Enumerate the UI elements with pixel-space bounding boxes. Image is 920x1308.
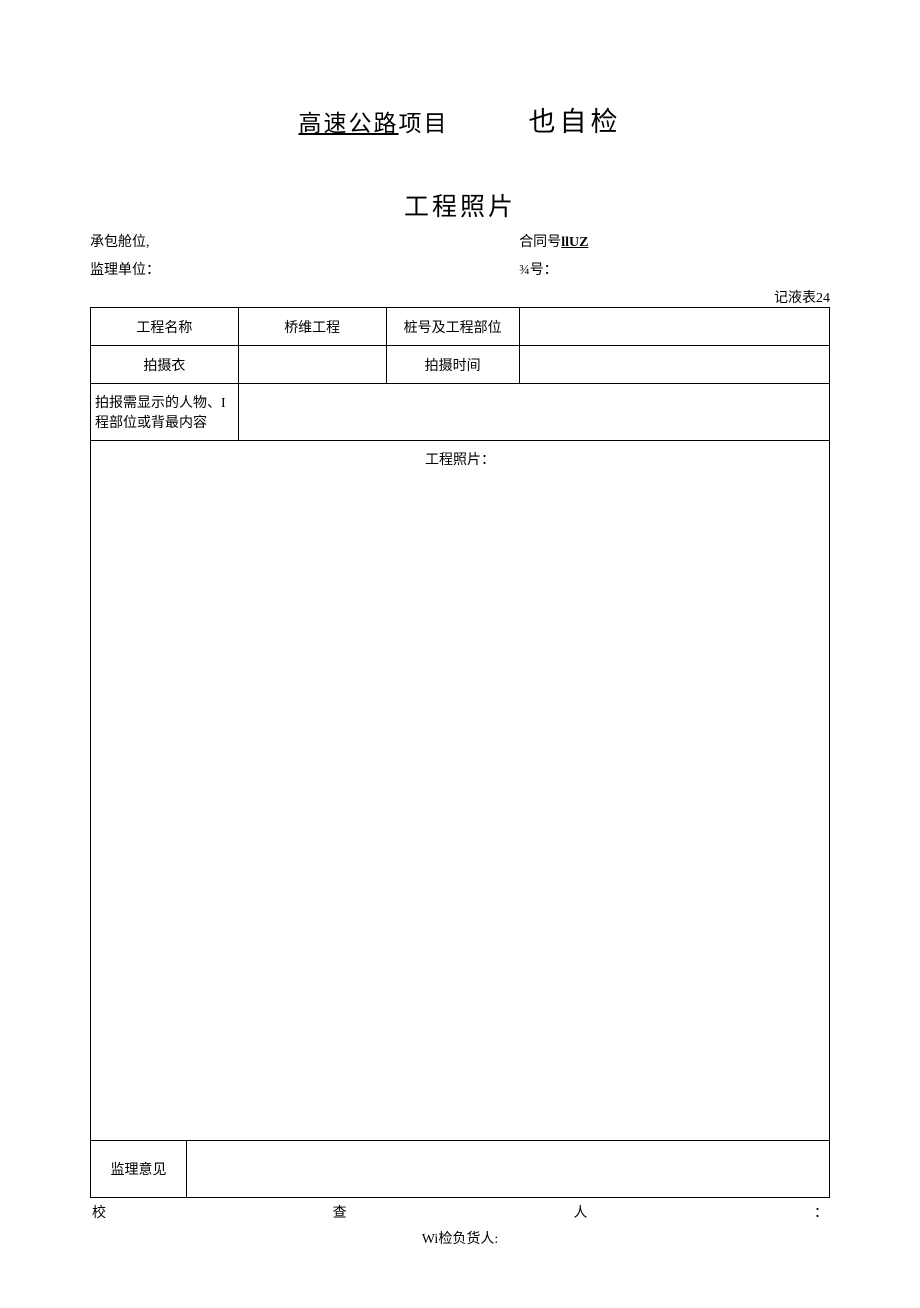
form-table: 工程名称 桥维工程 桩号及工程部位 拍摄衣 拍摄时间 拍报需显示的人物、I程部位… xyxy=(90,307,830,1141)
contract-number: 合同号llUZ xyxy=(519,231,830,251)
cell-photo-area: 工程照片： xyxy=(91,441,830,1141)
meta-row-2: 监理单位： ¾号： xyxy=(90,259,830,279)
cell-photo-time-label: 拍摄时间 xyxy=(386,346,519,384)
cell-pile-number-label: 桩号及工程部位 xyxy=(386,308,519,346)
footer-person: Wi检负货人: xyxy=(90,1228,830,1248)
table-row-1: 工程名称 桥维工程 桩号及工程部位 xyxy=(91,308,830,346)
meta-row-1: 承包舱位, 合同号llUZ xyxy=(90,231,830,251)
document-subtitle: 工程照片 xyxy=(90,187,830,223)
title-left: 高速公路项目 xyxy=(299,104,449,138)
cell-opinion-value xyxy=(187,1141,830,1197)
footer-char-1: 校 xyxy=(92,1202,106,1222)
cell-opinion-label: 监理意见 xyxy=(91,1141,187,1197)
cell-project-name-label: 工程名称 xyxy=(91,308,239,346)
cell-photographer-label: 拍摄衣 xyxy=(91,346,239,384)
title-right: 也自检 xyxy=(529,100,622,139)
table-row-opinion: 监理意见 xyxy=(91,1141,830,1197)
supervisor-label: 监理单位： xyxy=(90,259,519,279)
footer-char-3: 人 xyxy=(573,1202,587,1222)
title-left-plain: 项目 xyxy=(399,111,449,136)
cell-bridge-project: 桥维工程 xyxy=(238,308,386,346)
footer-char-2: 查 xyxy=(333,1202,347,1222)
contract-number-label: 合同号 xyxy=(519,235,561,250)
contractor-label: 承包舱位, xyxy=(90,231,519,251)
opinion-table: 监理意见 xyxy=(90,1141,830,1198)
cell-pile-number-value xyxy=(519,308,829,346)
number-label: ¾号： xyxy=(519,259,830,279)
footer-char-4: ： xyxy=(814,1202,828,1222)
cell-content-label: 拍报需显示的人物、I程部位或背最内容 xyxy=(91,384,239,441)
table-row-2: 拍摄衣 拍摄时间 xyxy=(91,346,830,384)
document-title-row: 高速公路项目 也自检 xyxy=(90,100,830,139)
table-row-3: 拍报需显示的人物、I程部位或背最内容 xyxy=(91,384,830,441)
table-number: 记液表24 xyxy=(90,287,830,307)
title-left-underlined: 高速公路 xyxy=(299,111,399,136)
contract-number-value: llUZ xyxy=(561,235,588,250)
cell-content-value xyxy=(238,384,829,441)
cell-photo-time-value xyxy=(519,346,829,384)
footer-row: 校 查 人 ： xyxy=(90,1202,830,1222)
table-row-photo: 工程照片： xyxy=(91,441,830,1141)
cell-photographer-value xyxy=(238,346,386,384)
